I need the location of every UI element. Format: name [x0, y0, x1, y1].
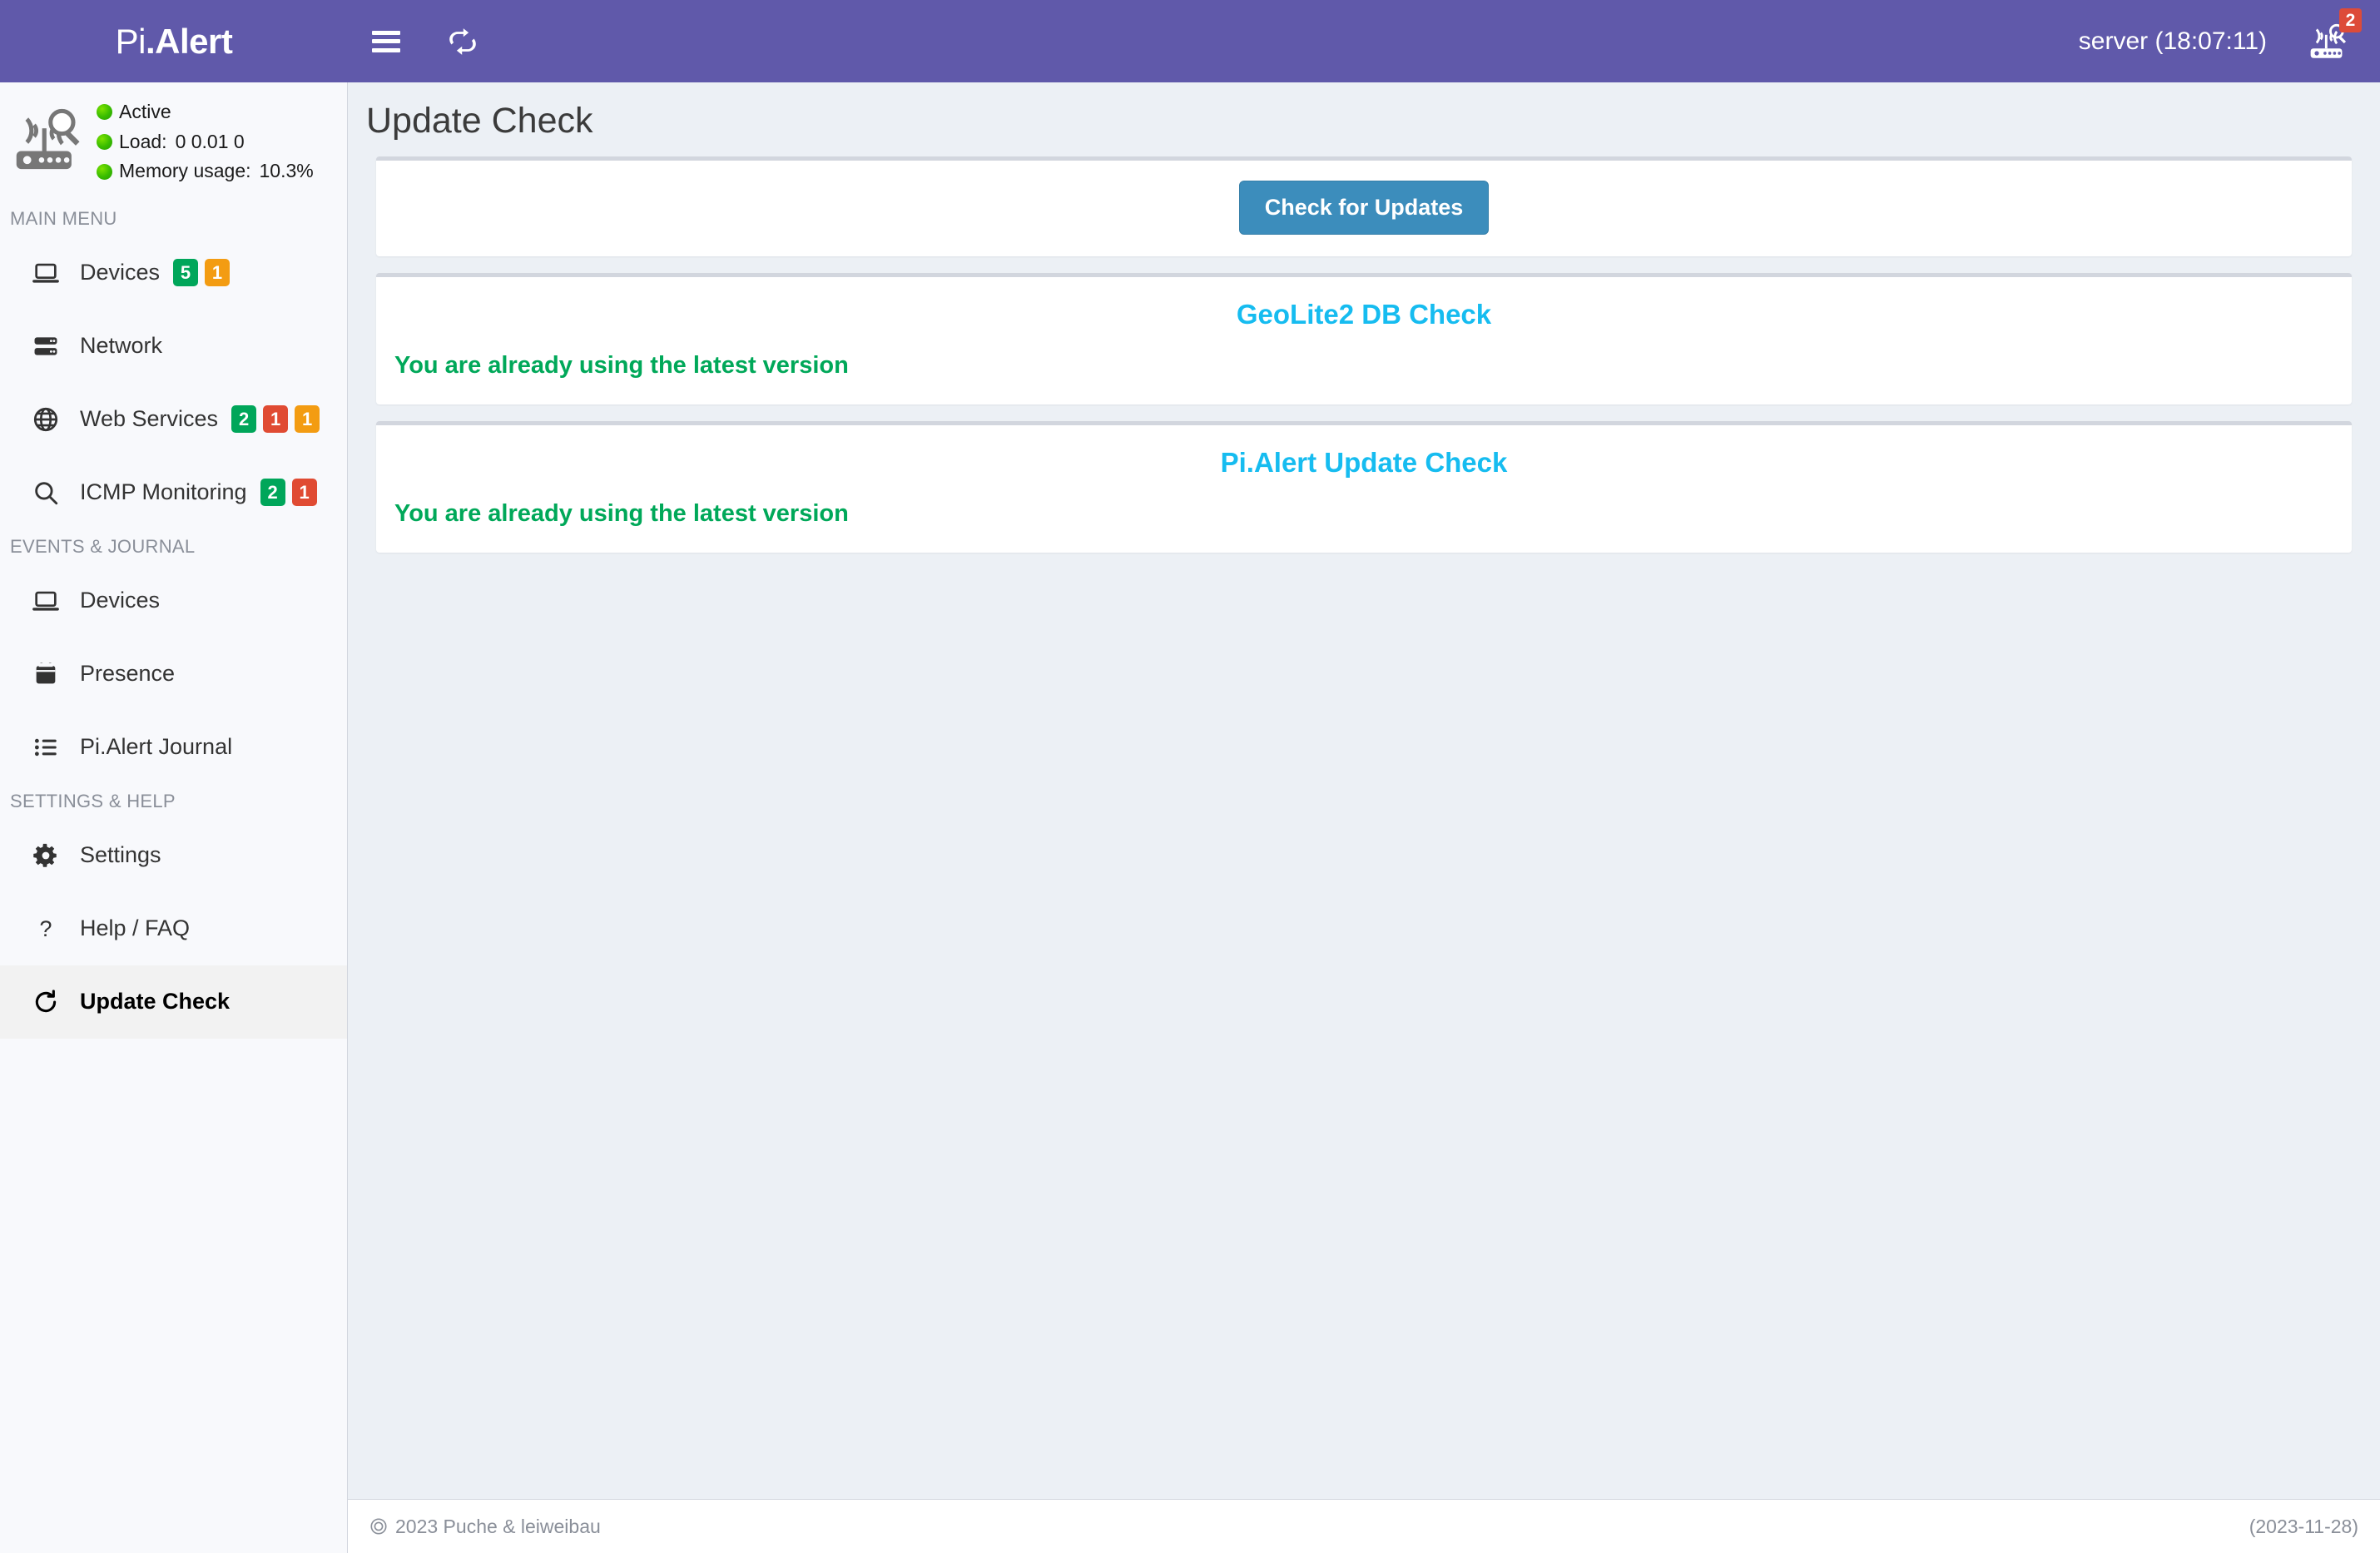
sidebar-section-header: SETTINGS & HELP [0, 784, 347, 819]
sidebar-item-label: ICMP Monitoring [80, 479, 247, 505]
logo-text-bold: .Alert [146, 22, 232, 61]
sidebar-item-label: Presence [80, 661, 175, 687]
logo-text-light: Pi [116, 22, 146, 61]
sidebar: Active Load: 0 0.01 0 Memory usage: 10.3… [0, 82, 348, 1553]
router-scan-icon [12, 103, 88, 180]
sidebar-section-header: MAIN MENU [0, 201, 347, 236]
footer-version-date: (2023-11-28) [2249, 1516, 2358, 1538]
status-badge-green: 2 [260, 479, 285, 506]
page-footer: 2023 Puche & leiweibau (2023-11-28) [348, 1499, 2380, 1553]
globe-icon [30, 404, 62, 435]
status-memory-label: Memory usage: [119, 156, 251, 186]
notifications-button[interactable]: 2 [2297, 0, 2360, 82]
status-badge-red: 1 [263, 405, 288, 433]
content-area: Update Check Check for Updates GeoLite2 … [348, 82, 2380, 1553]
question-mark-icon: ? [30, 913, 62, 945]
status-memory-value: 10.3% [260, 156, 314, 186]
sidebar-toggle-button[interactable] [348, 0, 424, 82]
server-clock-label: server (18:07:11) [2079, 27, 2267, 56]
search-icon [30, 477, 62, 509]
check-updates-panel: Check for Updates [376, 156, 2352, 256]
header-right: server (18:07:11) [2079, 0, 2380, 82]
logo-text: Pi.Alert [116, 22, 233, 62]
server-rack-icon [30, 330, 62, 362]
geolite2-db-check-panel: GeoLite2 DB Check You are already using … [376, 273, 2352, 404]
status-memory: Memory usage: 10.3% [97, 156, 314, 186]
status-lines: Active Load: 0 0.01 0 Memory usage: 10.3… [97, 97, 314, 186]
check-for-updates-button[interactable]: Check for Updates [1239, 181, 1490, 235]
status-dot-green [97, 164, 112, 180]
sidebar-item-update-check[interactable]: Update Check [0, 965, 347, 1039]
pialert-panel-heading: Pi.Alert Update Check [394, 447, 2333, 479]
sidebar-item-network[interactable]: Network [0, 310, 347, 383]
top-header: Pi.Alert server (18:07:11) [0, 0, 2380, 82]
status-badge-green: 5 [173, 259, 198, 286]
svg-text:?: ? [40, 916, 52, 941]
sidebar-item-badges: 51 [173, 259, 230, 286]
sync-refresh-icon [447, 26, 478, 57]
sidebar-item-badges: 21 [260, 479, 317, 506]
sidebar-item-label: Settings [80, 842, 161, 868]
sidebar-item-devices[interactable]: Devices [0, 564, 347, 638]
sidebar-item-label: Help / FAQ [80, 915, 190, 941]
status-load-label: Load: [119, 127, 167, 157]
hamburger-icon [372, 31, 400, 52]
sidebar-item-badges: 211 [231, 405, 320, 433]
sidebar-status-panel: Active Load: 0 0.01 0 Memory usage: 10.3… [0, 82, 347, 201]
status-badge-green: 2 [231, 405, 256, 433]
sidebar-item-settings[interactable]: Settings [0, 819, 347, 892]
pialert-update-check-panel: Pi.Alert Update Check You are already us… [376, 421, 2352, 553]
calendar-icon [30, 658, 62, 690]
header-nav [348, 0, 501, 82]
status-active: Active [97, 97, 314, 127]
sidebar-item-label: Update Check [80, 989, 230, 1015]
laptop-icon [30, 257, 62, 289]
refresh-arrow-icon [30, 986, 62, 1018]
sidebar-item-presence[interactable]: Presence [0, 638, 347, 711]
copyright-icon [369, 1517, 388, 1536]
status-load-value: 0 0.01 0 [176, 127, 245, 157]
sidebar-item-label: Devices [80, 260, 160, 285]
status-active-label: Active [119, 97, 171, 127]
status-load: Load: 0 0.01 0 [97, 127, 314, 157]
refresh-button[interactable] [424, 0, 501, 82]
status-dot-green [97, 104, 112, 120]
laptop-icon [30, 585, 62, 617]
status-badge-red: 1 [292, 479, 317, 506]
gear-icon [30, 840, 62, 871]
geolite2-panel-heading: GeoLite2 DB Check [394, 299, 2333, 330]
sidebar-item-web-services[interactable]: Web Services211 [0, 383, 347, 456]
status-dot-green [97, 134, 112, 150]
sidebar-item-label: Devices [80, 588, 160, 613]
footer-copyright: 2023 Puche & leiweibau [369, 1516, 601, 1538]
pialert-status-message: You are already using the latest version [394, 500, 2333, 528]
sidebar-item-label: Web Services [80, 406, 218, 432]
status-badge-orange: 1 [205, 259, 230, 286]
geolite2-status-message: You are already using the latest version [394, 352, 2333, 380]
pialert-panel-body: Pi.Alert Update Check You are already us… [376, 425, 2352, 553]
sidebar-menu: MAIN MENUDevices51NetworkWeb Services211… [0, 201, 347, 1039]
sidebar-item-pi-alert-journal[interactable]: Pi.Alert Journal [0, 711, 347, 784]
sidebar-item-icmp-monitoring[interactable]: ICMP Monitoring 21 [0, 456, 347, 529]
notification-count-badge: 2 [2339, 8, 2362, 32]
geolite2-panel-body: GeoLite2 DB Check You are already using … [376, 277, 2352, 404]
status-badge-orange: 1 [295, 405, 320, 433]
sidebar-item-label: Pi.Alert Journal [80, 734, 232, 760]
sidebar-item-label: Network [80, 333, 162, 359]
sidebar-section-header: EVENTS & JOURNAL [0, 529, 347, 564]
sidebar-item-devices[interactable]: Devices 51 [0, 236, 347, 310]
sidebar-item-help-faq[interactable]: ? Help / FAQ [0, 892, 347, 965]
footer-copyright-text: 2023 Puche & leiweibau [395, 1516, 601, 1538]
app-logo[interactable]: Pi.Alert [0, 0, 348, 82]
list-icon [30, 732, 62, 763]
page-title: Update Check [348, 82, 2380, 156]
